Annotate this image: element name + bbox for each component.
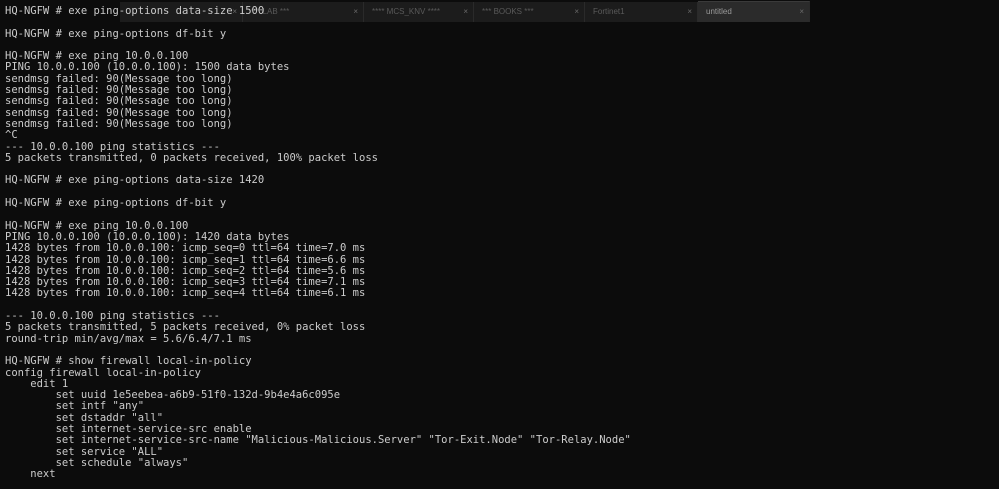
terminal-line: HQ-NGFW # exe ping-options data-size 142… <box>5 174 265 187</box>
terminal-line: HQ-NGFW # exe ping-options df-bit y <box>5 27 227 40</box>
terminal-line: 1428 bytes from 10.0.0.100: icmp_seq=0 t… <box>5 242 366 255</box>
terminal-line: HQ-NGFW # show firewall local-in-policy <box>5 355 252 368</box>
terminal-line: ^C <box>5 129 18 142</box>
terminal-line: 1428 bytes from 10.0.0.100: icmp_seq=4 t… <box>5 287 366 300</box>
terminal-line: set internet-service-src-name "Malicious… <box>5 434 631 447</box>
terminal-output[interactable]: HQ-NGFW # exe ping-options data-size 150… <box>5 6 995 489</box>
terminal-line: set uuid 1e5eebea-a6b9-51f0-132d-9b4e4a6… <box>5 389 341 402</box>
terminal-line: HQ-NGFW # exe ping-options data-size 150… <box>5 6 265 17</box>
terminal-line: 5 packets transmitted, 0 packets receive… <box>5 151 378 164</box>
terminal-line: set intf "any" <box>5 400 145 413</box>
terminal-line: 5 packets transmitted, 5 packets receive… <box>5 321 366 334</box>
terminal-line: round-trip min/avg/max = 5.6/6.4/7.1 ms <box>5 332 252 345</box>
terminal-line: config firewall local-in-policy <box>5 366 201 379</box>
terminal-line: sendmsg failed: 90(Message too long) <box>5 95 233 108</box>
terminal-line: HQ-NGFW # exe ping-options df-bit y <box>5 197 227 210</box>
terminal-line: set schedule "always" <box>5 456 189 469</box>
terminal-line: next <box>5 468 56 481</box>
terminal-line: sendmsg failed: 90(Message too long) <box>5 117 233 130</box>
